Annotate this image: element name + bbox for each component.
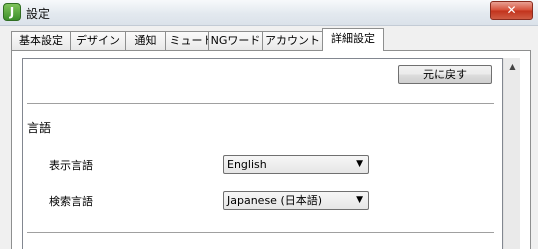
separator xyxy=(27,103,494,104)
tab-strip: 基本設定 デザイン 通知 ミュート NGワード アカウント 詳細設定 xyxy=(11,28,538,53)
display-language-value: English xyxy=(227,158,267,171)
close-button[interactable]: ✕ xyxy=(490,1,533,20)
title-bar: J 設定 ✕ xyxy=(0,0,538,26)
window-title: 設定 xyxy=(26,7,51,21)
dropdown-arrow-icon: ▼ xyxy=(356,195,363,205)
language-section-heading: 言語 xyxy=(27,121,52,135)
separator xyxy=(27,232,494,233)
tab-account[interactable]: アカウント xyxy=(262,31,323,50)
scroll-up-arrow-icon[interactable]: ▲ xyxy=(504,58,521,75)
display-language-label: 表示言語 xyxy=(49,159,93,172)
settings-content: 元に戻す 言語 表示言語 English ▼ 検索言語 Japanese (日本… xyxy=(22,58,503,249)
tab-basic-settings[interactable]: 基本設定 xyxy=(11,31,71,50)
tab-notifications[interactable]: 通知 xyxy=(125,31,166,50)
tab-design[interactable]: デザイン xyxy=(70,31,126,50)
vertical-scrollbar[interactable]: ▲ xyxy=(503,58,520,249)
search-language-label: 検索言語 xyxy=(49,195,93,208)
close-icon: ✕ xyxy=(506,3,517,17)
settings-window: J 設定 ✕ 基本設定 デザイン 通知 ミュート NGワード アカウント 詳細設… xyxy=(0,0,538,249)
reset-button[interactable]: 元に戻す xyxy=(398,65,492,84)
tab-ng-words[interactable]: NGワード xyxy=(208,31,263,50)
search-language-select[interactable]: Japanese (日本語) ▼ xyxy=(223,191,369,210)
tab-advanced-settings[interactable]: 詳細設定 xyxy=(322,28,384,51)
app-icon: J xyxy=(3,3,21,21)
dropdown-arrow-icon: ▼ xyxy=(356,159,363,169)
search-language-value: Japanese (日本語) xyxy=(227,194,323,207)
display-language-select[interactable]: English ▼ xyxy=(223,155,369,174)
